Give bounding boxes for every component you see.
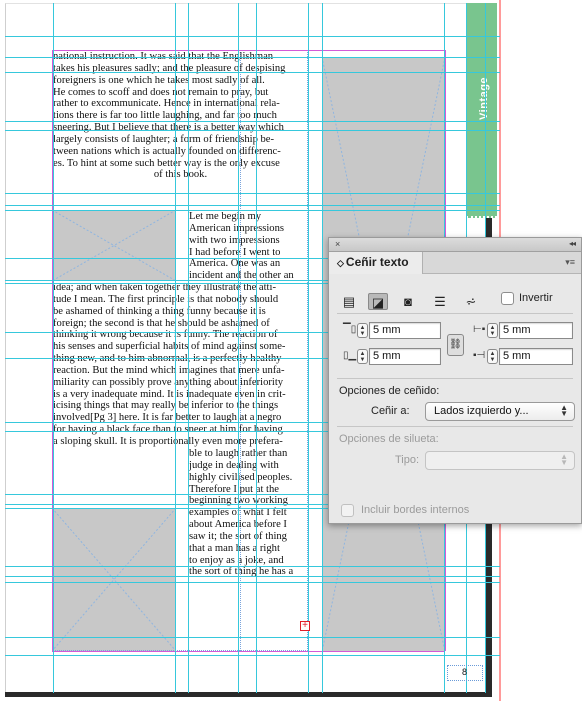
text-line: that a man has a right — [189, 542, 280, 554]
text-line: America. One was an — [189, 258, 281, 270]
text-line: judge in dealing with — [189, 459, 279, 471]
grid-guide — [5, 121, 500, 122]
separator — [337, 426, 573, 427]
grid-guide-vertical — [53, 3, 54, 693]
invert-checkbox[interactable] — [501, 292, 514, 305]
include-inside-edges-label: Incluir bordes internos — [361, 504, 470, 516]
grid-guide — [5, 72, 500, 73]
grid-guide-vertical — [175, 3, 176, 693]
grid-guide — [5, 566, 500, 567]
grid-guide — [5, 36, 500, 37]
text-line: ble to laugh rather than — [189, 448, 288, 459]
text-line: sneering. But I believe that there is a … — [53, 122, 284, 134]
grid-guide-vertical — [238, 3, 239, 693]
link-offsets-icon[interactable]: ⛓ — [447, 334, 464, 356]
text-line: be ashamed of thinking a thing funny bec… — [53, 305, 266, 317]
wrap-object-shape-button[interactable]: ◙ — [398, 293, 418, 310]
bottom-offset-icon: ▯▁ — [343, 350, 357, 361]
margin-guide-bottom — [52, 651, 445, 652]
text-line: foreign; the second is that he should be… — [53, 317, 270, 329]
invert-label: Invertir — [519, 292, 553, 304]
text-line: rather to excommunicate. Hence in intern… — [53, 98, 280, 110]
text-line: es. To hint at some such better way is t… — [53, 157, 280, 169]
separator — [337, 378, 573, 379]
grid-guide — [5, 205, 500, 206]
wrap-to-value: Lados izquierdo y... — [434, 405, 529, 417]
text-line: tween nations which is actually founded … — [53, 145, 281, 157]
text-line: to enjoy as a joke, and — [189, 554, 284, 566]
margin-guide-top — [52, 50, 445, 51]
jump-object-button[interactable]: ☰ — [430, 293, 450, 310]
vintage-tab-edge — [466, 206, 497, 218]
right-offset-icon: ▪⊣ — [473, 350, 486, 361]
left-offset-icon: ⊢▪ — [473, 324, 486, 335]
text-block-1: national instruction. It was said that t… — [53, 51, 308, 181]
grid-guide — [5, 210, 500, 211]
grid-guide — [5, 582, 500, 583]
include-inside-edges-checkbox[interactable] — [341, 504, 354, 517]
grid-guide-vertical — [308, 3, 309, 693]
text-line: saw it; the sort of thing — [189, 530, 287, 542]
page-shadow-bottom — [5, 692, 492, 697]
select-arrows-icon: ▲ ▼ — [560, 403, 568, 418]
text-line: Let me begin my — [189, 211, 262, 222]
text-line: is a very inadequate mind. It is inadequ… — [53, 388, 286, 400]
left-offset-stepper[interactable]: ▲ ▼ — [487, 323, 498, 338]
text-line: largely consists of laughter; a form of … — [53, 133, 275, 145]
wrap-to-label: Ceñir a: — [371, 405, 410, 417]
jump-next-column-button[interactable]: ⩫ — [461, 293, 481, 310]
right-offset-field[interactable]: 5 mm — [499, 348, 573, 365]
grid-guide — [5, 193, 500, 194]
top-offset-field[interactable]: 5 mm — [369, 322, 441, 339]
contour-type-select[interactable]: ▲ ▼ — [425, 451, 575, 470]
grid-guide-vertical — [322, 3, 323, 693]
text-line: a sloping skull. It is proportionally ev… — [53, 435, 283, 447]
page-number: 8 — [462, 667, 468, 677]
text-line: miliarity can possibly prove anything ab… — [53, 376, 284, 388]
grid-guide — [5, 57, 500, 58]
text-wrap-panel: × ◂◂ ◇ Ceñir texto ▾≡ ▤ ◪ ◙ ☰ ⩫ Invertir … — [328, 237, 582, 524]
contour-options-heading: Opciones de silueta: — [339, 433, 439, 445]
left-offset-field[interactable]: 5 mm — [499, 322, 573, 339]
text-line: foreigners is one which he takes most sa… — [53, 74, 265, 86]
text-line: beginning two working — [189, 495, 288, 507]
text-line: He comes to scoff and does not remain to… — [53, 86, 269, 98]
grid-guide — [5, 655, 500, 656]
text-line: his senses and superficial habits of min… — [53, 341, 286, 353]
top-offset-icon: ▔▯ — [343, 324, 357, 335]
text-line: about America before I — [189, 519, 287, 531]
no-wrap-button[interactable]: ▤ — [339, 293, 359, 310]
separator — [337, 313, 573, 314]
text-line: tude I mean. The first principle is that… — [53, 293, 279, 305]
text-line: I had before I went to — [189, 246, 281, 258]
select-arrows-icon: ▲ ▼ — [560, 452, 568, 467]
text-line: with two impressions — [189, 234, 280, 246]
grid-guide — [5, 637, 500, 638]
text-line: highly civilised peoples. — [189, 471, 293, 483]
text-block-2: Let me begin my American impressions wit… — [189, 211, 308, 282]
text-line: of this book. — [153, 169, 208, 181]
grid-guide — [5, 130, 500, 131]
wrap-to-select[interactable]: Lados izquierdo y... ▲ ▼ — [425, 402, 575, 421]
text-line: reaction. But the mind which imagines th… — [53, 364, 285, 376]
bottom-offset-field[interactable]: 5 mm — [369, 348, 441, 365]
grid-guide — [5, 576, 500, 577]
text-block-4: ble to laugh rather than judge in dealin… — [189, 448, 308, 578]
text-overflow-icon[interactable]: + — [300, 621, 310, 631]
top-offset-stepper[interactable]: ▲ ▼ — [357, 323, 368, 338]
text-line: American impressions — [189, 222, 285, 234]
contour-type-label: Tipo: — [395, 454, 420, 466]
text-line: icising things that may really be inferi… — [53, 400, 279, 412]
grid-guide-vertical — [188, 3, 189, 693]
bottom-offset-stepper[interactable]: ▲ ▼ — [357, 349, 368, 364]
vintage-tab-label: Vintage — [478, 76, 490, 120]
right-offset-stepper[interactable]: ▲ ▼ — [487, 349, 498, 364]
wrap-bounding-box-button[interactable]: ◪ — [368, 293, 388, 310]
grid-guide-vertical — [256, 3, 257, 693]
wrap-options-heading: Opciones de ceñido: — [339, 385, 440, 397]
